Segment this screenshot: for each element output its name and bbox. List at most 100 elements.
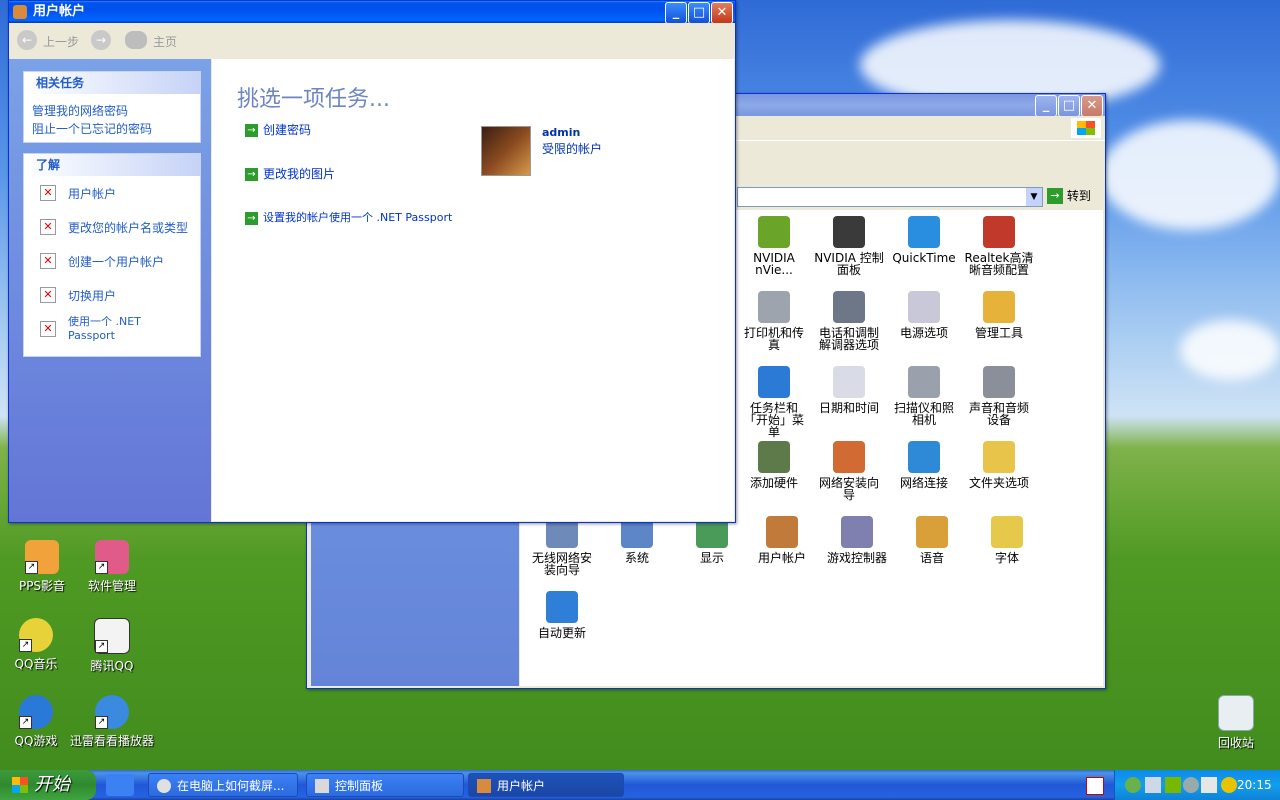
taskbar-item-user-accounts[interactable]: 用户帐户 [468, 773, 624, 797]
forward-arrow-icon[interactable]: → [91, 30, 111, 50]
cp-item-icon [908, 216, 940, 248]
cp-item-label: 字体 [994, 551, 1019, 565]
cp-item-label: 用户帐户 [757, 551, 806, 565]
cp-item[interactable]: 无线网络安装向导 [527, 516, 597, 576]
taskbar-item-browser[interactable]: 在电脑上如何截屏... [148, 773, 298, 797]
cp-item[interactable]: 系统 [602, 516, 672, 564]
close-button[interactable]: ✕ [1081, 95, 1103, 117]
cp-item[interactable]: 语音 [897, 516, 967, 564]
minimize-button[interactable]: _ [1035, 95, 1057, 117]
cp-item-icon [758, 291, 790, 323]
cp-item[interactable]: 游戏控制器 [822, 516, 892, 564]
go-button[interactable]: → 转到 [1047, 187, 1101, 207]
pps-icon: ↗ [25, 540, 59, 574]
green-arrow-icon: → [245, 124, 258, 137]
cp-item-icon [833, 291, 865, 323]
tray-app-icon[interactable] [1125, 777, 1141, 793]
cp-item-label: 文件夹选项 [968, 476, 1029, 490]
cp-item-icon [833, 366, 865, 398]
qq-game-icon: ↗ [19, 695, 53, 729]
task-setup-passport[interactable]: → 设置我的帐户使用一个 .NET Passport [245, 209, 452, 225]
cp-item[interactable]: 添加硬件 [739, 441, 809, 489]
cp-item[interactable]: 任务栏和「开始」菜单 [739, 366, 809, 438]
maximize-button[interactable]: □ [1058, 95, 1080, 117]
desktop-icon-xunlei-player[interactable]: ↗ 迅雷看看播放器 [70, 695, 154, 749]
maximize-button[interactable]: □ [688, 2, 710, 24]
cp-item-label: 电源选项 [899, 326, 948, 340]
learn-item[interactable]: ✕ 使用一个 .NET Passport [24, 312, 200, 346]
cp-item-label: Realtek高清晰音频配置 [964, 251, 1034, 277]
tray-device-icon[interactable] [1201, 777, 1217, 793]
taskbar-item-control-panel[interactable]: 控制面板 [306, 773, 464, 797]
cp-item[interactable]: 网络安装向导 [814, 441, 884, 501]
cp-item-label: 系统 [624, 551, 649, 565]
close-button[interactable]: ✕ [711, 2, 733, 24]
desktop-icon-software-manager[interactable]: ↗ 软件管理 [70, 540, 154, 594]
network-icon[interactable] [1145, 777, 1161, 793]
cp-item-icon [991, 516, 1023, 548]
cp-item[interactable]: 打印机和传真 [739, 291, 809, 351]
manage-network-passwords-link[interactable]: 管理我的网络密码 [32, 102, 200, 120]
cp-item[interactable]: 显示 [677, 516, 747, 564]
start-button[interactable]: 开始 [0, 770, 96, 800]
tray-s-icon[interactable] [1086, 777, 1104, 795]
learn-item[interactable]: ✕ 用户帐户 [24, 176, 200, 210]
user-accounts-icon [477, 779, 491, 793]
qq-music-icon: ↗ [19, 618, 53, 652]
page-title: 挑选一项任务... [237, 87, 390, 112]
desktop-icon-qq-game[interactable]: ↗ QQ游戏 [0, 695, 78, 749]
broken-image-icon: ✕ [40, 287, 56, 303]
cp-item-label: 网络连接 [899, 476, 948, 490]
desktop-icon-recycle-bin[interactable]: 回收站 [1194, 695, 1278, 751]
tray-security-icon[interactable] [1221, 777, 1237, 793]
task-change-picture[interactable]: → 更改我的图片 [245, 165, 335, 182]
cp-item[interactable]: QuickTime [889, 216, 959, 264]
desktop-icon-tencent-qq[interactable]: ↗ 腾讯QQ [70, 618, 154, 674]
account-type: 受限的帐户 [542, 142, 603, 156]
cp-item[interactable]: 电源选项 [889, 291, 959, 339]
quick-launch-icon[interactable] [106, 774, 134, 796]
back-arrow-icon[interactable]: ← [17, 30, 37, 50]
cp-item[interactable]: 字体 [972, 516, 1042, 564]
cp-item-label: 任务栏和「开始」菜单 [743, 401, 804, 439]
cp-item[interactable]: 用户帐户 [747, 516, 817, 564]
clock[interactable]: 20:15 [1237, 770, 1272, 800]
chevron-down-icon[interactable]: ▼ [1026, 188, 1042, 206]
account-name[interactable]: admin [542, 126, 580, 139]
broken-image-icon: ✕ [40, 253, 56, 269]
home-label[interactable]: 主页 [153, 33, 177, 50]
cp-item[interactable]: 自动更新 [527, 591, 597, 639]
cp-item[interactable]: 日期和时间 [814, 366, 884, 414]
learn-about-header: 了解 [24, 154, 200, 176]
learn-item[interactable]: ✕ 更改您的帐户名或类型 [24, 210, 200, 244]
home-users-icon[interactable] [125, 31, 147, 49]
cp-item[interactable]: 网络连接 [889, 441, 959, 489]
window-title: 用户帐户 [33, 4, 86, 19]
avatar[interactable] [481, 126, 531, 176]
prevent-forgotten-password-link[interactable]: 阻止一个已忘记的密码 [32, 120, 200, 138]
cp-item[interactable]: 文件夹选项 [964, 441, 1034, 489]
address-input[interactable]: ▼ [737, 187, 1043, 207]
learn-item[interactable]: ✕ 创建一个用户帐户 [24, 244, 200, 278]
volume-icon[interactable] [1183, 777, 1199, 793]
cp-item[interactable]: 扫描仪和照相机 [889, 366, 959, 426]
cp-item[interactable]: 电话和调制解调器选项 [814, 291, 884, 351]
learn-item[interactable]: ✕ 切换用户 [24, 278, 200, 312]
cp-item[interactable]: NVIDIA 控制面板 [814, 216, 884, 276]
back-label[interactable]: 上一步 [43, 33, 79, 50]
cp-item[interactable]: NVIDIA nVie... [739, 216, 809, 276]
minimize-button[interactable]: _ [665, 2, 687, 24]
cp-item-label: NVIDIA 控制面板 [814, 251, 884, 277]
recycle-bin-icon [1218, 695, 1254, 731]
green-arrow-icon: → [245, 211, 258, 225]
cp-item[interactable]: 管理工具 [964, 291, 1034, 339]
nvidia-icon[interactable] [1165, 777, 1181, 793]
task-create-password[interactable]: → 创建密码 [245, 121, 311, 138]
cp-item[interactable]: 声音和音频设备 [964, 366, 1034, 426]
cp-item[interactable]: Realtek高清晰音频配置 [964, 216, 1034, 276]
cp-item-icon [983, 366, 1015, 398]
related-tasks-panel: 相关任务 管理我的网络密码 阻止一个已忘记的密码 [23, 71, 201, 143]
desktop-icon-qq-music[interactable]: ↗ QQ音乐 [0, 618, 78, 672]
cp-item-icon [908, 366, 940, 398]
cp-item-icon [908, 291, 940, 323]
